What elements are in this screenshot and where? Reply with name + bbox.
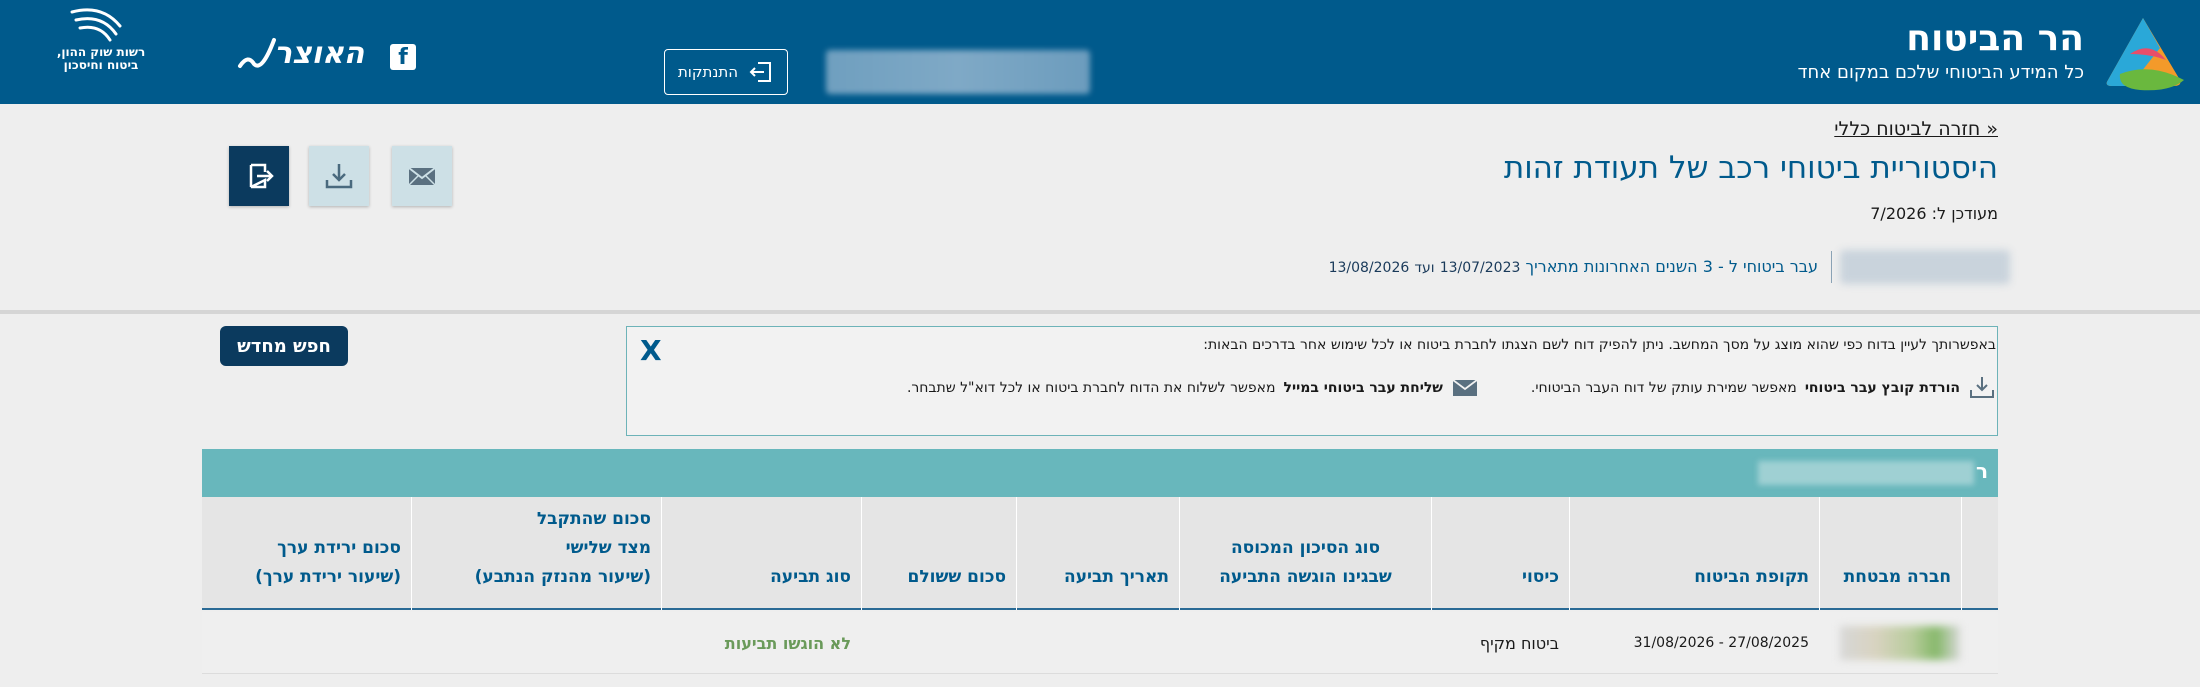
brand-subtitle: כל המידע הביטוחי שלכם במקום אחד (1797, 62, 2084, 83)
section-divider (0, 310, 2200, 314)
info-close-button[interactable]: X (640, 334, 662, 367)
otsar-swoosh-icon[interactable] (234, 28, 384, 78)
exit-button[interactable] (229, 146, 289, 206)
regulator-name: רשות שוק ההון, ביטוח וחיסכון (56, 45, 146, 72)
period-label: עבר ביטוחי ל - 3 השנים האחרונות מתאריך (1525, 257, 1819, 276)
divider (1831, 251, 1832, 283)
column-claim-type: סוג תביעה (661, 497, 861, 610)
info-intro-text: באפשרותך לעיין בדוח כפי שהוא מוצג על מסך… (1203, 337, 1996, 353)
blurred-owner-name (1758, 461, 1974, 485)
column-period: תקופת הביטוח (1569, 497, 1819, 610)
facebook-icon[interactable]: f (390, 44, 416, 70)
brand-title: הר הביטוח (1906, 18, 2084, 59)
download-option-bold[interactable]: הורדת קובץ עבר ביטוחי (1805, 380, 1960, 396)
search-again-button[interactable]: חפש מחדש (220, 326, 348, 366)
blurred-id-number (1840, 250, 2010, 284)
mail-option-text: מאפשר לשלוח את הדוח לחברת ביטוח או לכל ד… (906, 380, 1276, 396)
updated-date: מעודכן ל: 7/2026 (1870, 204, 1998, 223)
page-title: היסטוריית ביטוחי רכב של תעודת זהות (1503, 150, 1998, 186)
period-from: 13/07/2023 (1439, 260, 1521, 276)
download-button[interactable] (309, 146, 369, 206)
regulator-logo-icon[interactable] (50, 4, 150, 46)
mail-icon (408, 167, 436, 186)
period-mid: ועד (1414, 260, 1435, 276)
column-amount-paid: סכום ששולם (861, 497, 1016, 610)
back-to-general-insurance-link[interactable]: « חזרה לביטוח כללי (1834, 118, 1998, 140)
row-coverage: ביטוח מקיף (1479, 633, 1559, 653)
send-mail-button[interactable] (392, 146, 452, 206)
top-header: הר הביטוח כל המידע הביטוחי שלכם במקום אח… (0, 0, 2200, 104)
logout-label: התנתקות (677, 63, 739, 81)
table-title-bar: ר (202, 449, 1998, 497)
insurer-logo (1840, 626, 1960, 660)
logout-button[interactable]: התנתקות (664, 49, 788, 95)
table-row: 27/08/2025 - 31/08/2026 ביטוח מקיף לא הו… (202, 612, 1998, 674)
column-spacer (1961, 497, 1998, 610)
download-option-text: מאפשר שמירת עותק של דוח העבר הביטוחי. (1530, 380, 1797, 396)
column-depreciation: סכום ירידת ערך (שיעור ירידת ערך) (255, 538, 401, 587)
insurance-period-text: עבר ביטוחי ל - 3 השנים האחרונות מתאריך 1… (1329, 257, 1818, 276)
har-habituach-logo[interactable] (2100, 14, 2186, 92)
column-third-party-amount: סכום שהתקבל מצד שלישי (שיעור מהנזק הנתבע) (411, 497, 661, 610)
column-insurer: חברה מבטחת (1819, 497, 1961, 610)
column-coverage: כיסוי (1431, 497, 1569, 610)
logout-icon (749, 62, 772, 82)
column-claim-date: תאריך תביעה (1016, 497, 1179, 610)
row-period: 27/08/2025 - 31/08/2026 (1633, 635, 1809, 651)
table-header: חברה מבטחת תקופת הביטוח כיסוי סוג הסיכון… (202, 497, 1998, 610)
mail-icon[interactable] (1451, 375, 1479, 401)
column-risk-type: סוג הסיכון המכוסה שבגינו הוגשה התביעה (1179, 497, 1431, 610)
info-options-row: הורדת קובץ עבר ביטוחי מאפשר שמירת עותק ש… (907, 375, 1996, 401)
period-to: 13/08/2026 (1328, 260, 1410, 276)
mail-option-bold[interactable]: שליחת עבר ביטוחי במייל (1284, 380, 1443, 396)
download-icon[interactable] (1968, 375, 1996, 401)
table-title-letter: ר (1975, 459, 1988, 483)
download-icon (325, 164, 353, 189)
exit-icon (249, 163, 274, 189)
row-claim-type: לא הוגשו תביעות (724, 633, 851, 653)
blurred-user-name (826, 50, 1090, 94)
